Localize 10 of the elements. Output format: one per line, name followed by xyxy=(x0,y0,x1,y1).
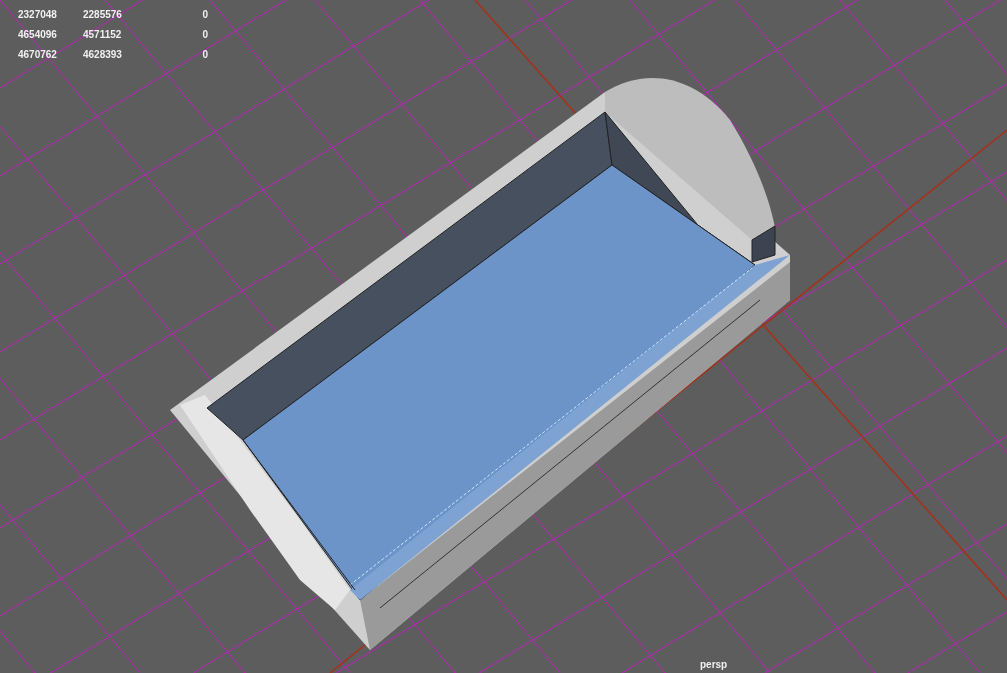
poly-count-text: 4628393 xyxy=(83,49,123,60)
poly-count-text: 0 xyxy=(201,49,208,60)
camera-label: persp xyxy=(700,659,728,670)
poly-count-text: 0 xyxy=(201,9,208,20)
poly-count-text: 4670762 xyxy=(18,49,58,60)
poly-count-text: 4571152 xyxy=(83,29,123,40)
poly-count-text: 2327048 xyxy=(18,9,58,20)
poly-count-text: 0 xyxy=(201,29,208,40)
poly-count-text: 2285576 xyxy=(83,9,123,20)
poly-count-text: 4654096 xyxy=(18,29,58,40)
